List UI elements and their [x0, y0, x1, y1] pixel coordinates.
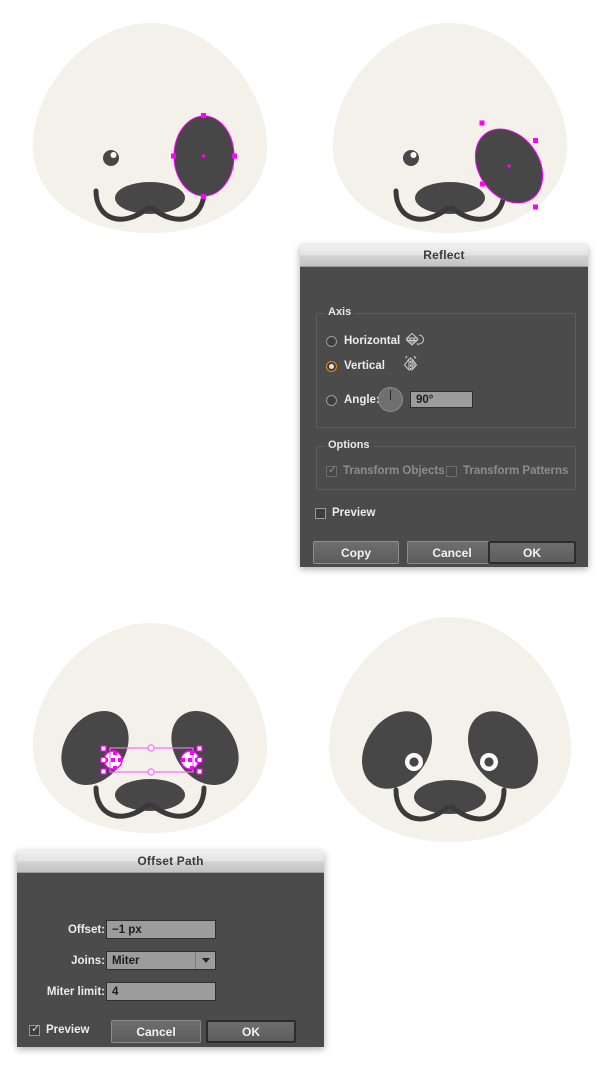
radio-angle[interactable]: Angle:: [326, 394, 380, 406]
offset-field[interactable]: −1 px: [106, 920, 216, 939]
radio-vertical-indicator[interactable]: [326, 360, 337, 372]
checkbox-preview-offset[interactable]: ✓ Preview: [29, 1023, 90, 1036]
cancel-button[interactable]: Cancel: [407, 541, 497, 564]
panel-panda-both-eyes-selected: [0, 605, 300, 855]
radio-horizontal[interactable]: Horizontal: [326, 335, 400, 347]
checkbox-preview[interactable]: Preview: [315, 507, 375, 519]
checkbox-transform-patterns: Transform Patterns: [446, 465, 568, 477]
offset-ok-button[interactable]: OK: [206, 1020, 296, 1043]
miter-limit-field[interactable]: 4: [106, 982, 216, 1001]
panda-head-group: [328, 617, 572, 842]
axis-group-legend: Axis: [324, 306, 356, 318]
reflect-dialog-titlebar[interactable]: Reflect: [300, 245, 588, 267]
checkbox-preview-offset-indicator[interactable]: ✓: [29, 1023, 40, 1036]
miter-limit-field-label: Miter limit:: [46, 986, 105, 998]
radio-angle-label: Angle:: [344, 394, 380, 406]
reflect-vertical-icon: [403, 356, 418, 372]
angle-dial-icon[interactable]: [378, 387, 403, 412]
panel-panda-eyepatch-rotated: [300, 5, 600, 255]
offset-path-dialog-body: Offset: −1 px Joins: Miter Miter limit: …: [17, 873, 324, 1048]
reflect-dialog: Reflect Axis Horizontal Vertical Angle: …: [300, 245, 588, 567]
options-group-legend: Options: [324, 439, 374, 451]
radio-vertical-label: Vertical: [344, 360, 385, 372]
radio-vertical[interactable]: Vertical: [326, 360, 385, 372]
left-pupil-highlight: [410, 152, 417, 158]
angle-value-field[interactable]: 90°: [410, 391, 473, 408]
offset-path-dialog-title: Offset Path: [137, 854, 204, 868]
radio-angle-indicator[interactable]: [326, 394, 337, 406]
checkbox-transform-objects-indicator: ✓: [326, 463, 338, 477]
left-pupil-highlight: [110, 152, 117, 158]
left-pupil-dot: [103, 150, 119, 166]
radio-horizontal-indicator[interactable]: [326, 335, 337, 347]
reflect-dialog-title: Reflect: [423, 248, 465, 262]
reflect-dialog-body: Axis Horizontal Vertical Angle: 90° Opti…: [300, 267, 588, 568]
ok-button[interactable]: OK: [488, 541, 576, 564]
checkbox-transform-objects: ✓ Transform Objects: [326, 463, 445, 477]
chevron-down-icon[interactable]: [195, 952, 215, 969]
checkbox-preview-indicator[interactable]: [315, 507, 326, 519]
copy-button[interactable]: Copy: [313, 541, 399, 564]
joins-select[interactable]: Miter: [106, 951, 216, 970]
left-eye-pupil: [409, 757, 419, 767]
joins-select-value: Miter: [112, 954, 140, 967]
offset-path-dialog-titlebar[interactable]: Offset Path: [17, 851, 324, 873]
radio-horizontal-label: Horizontal: [344, 335, 401, 347]
left-pupil-dot: [403, 150, 419, 166]
joins-field-label: Joins:: [71, 955, 105, 967]
panel-panda-finished: [300, 605, 600, 855]
right-eye-pupil: [484, 757, 494, 767]
panda-head-group: [332, 23, 568, 233]
panda-head-group: [32, 23, 268, 233]
offset-cancel-button[interactable]: Cancel: [111, 1020, 201, 1043]
checkbox-preview-offset-label: Preview: [46, 1024, 90, 1036]
checkbox-transform-patterns-label: Transform Patterns: [463, 465, 569, 477]
checkbox-transform-objects-label: Transform Objects: [343, 465, 445, 477]
offset-field-label: Offset:: [67, 924, 105, 936]
nose: [414, 780, 486, 814]
offset-path-dialog: Offset Path Offset: −1 px Joins: Miter M…: [17, 851, 324, 1047]
panda-head-group: [32, 623, 268, 833]
checkbox-preview-label: Preview: [332, 507, 376, 519]
reflect-horizontal-icon: [405, 332, 424, 346]
checkbox-transform-patterns-indicator: [446, 465, 457, 477]
panel-panda-single-eyepatch-selected: [0, 5, 300, 255]
